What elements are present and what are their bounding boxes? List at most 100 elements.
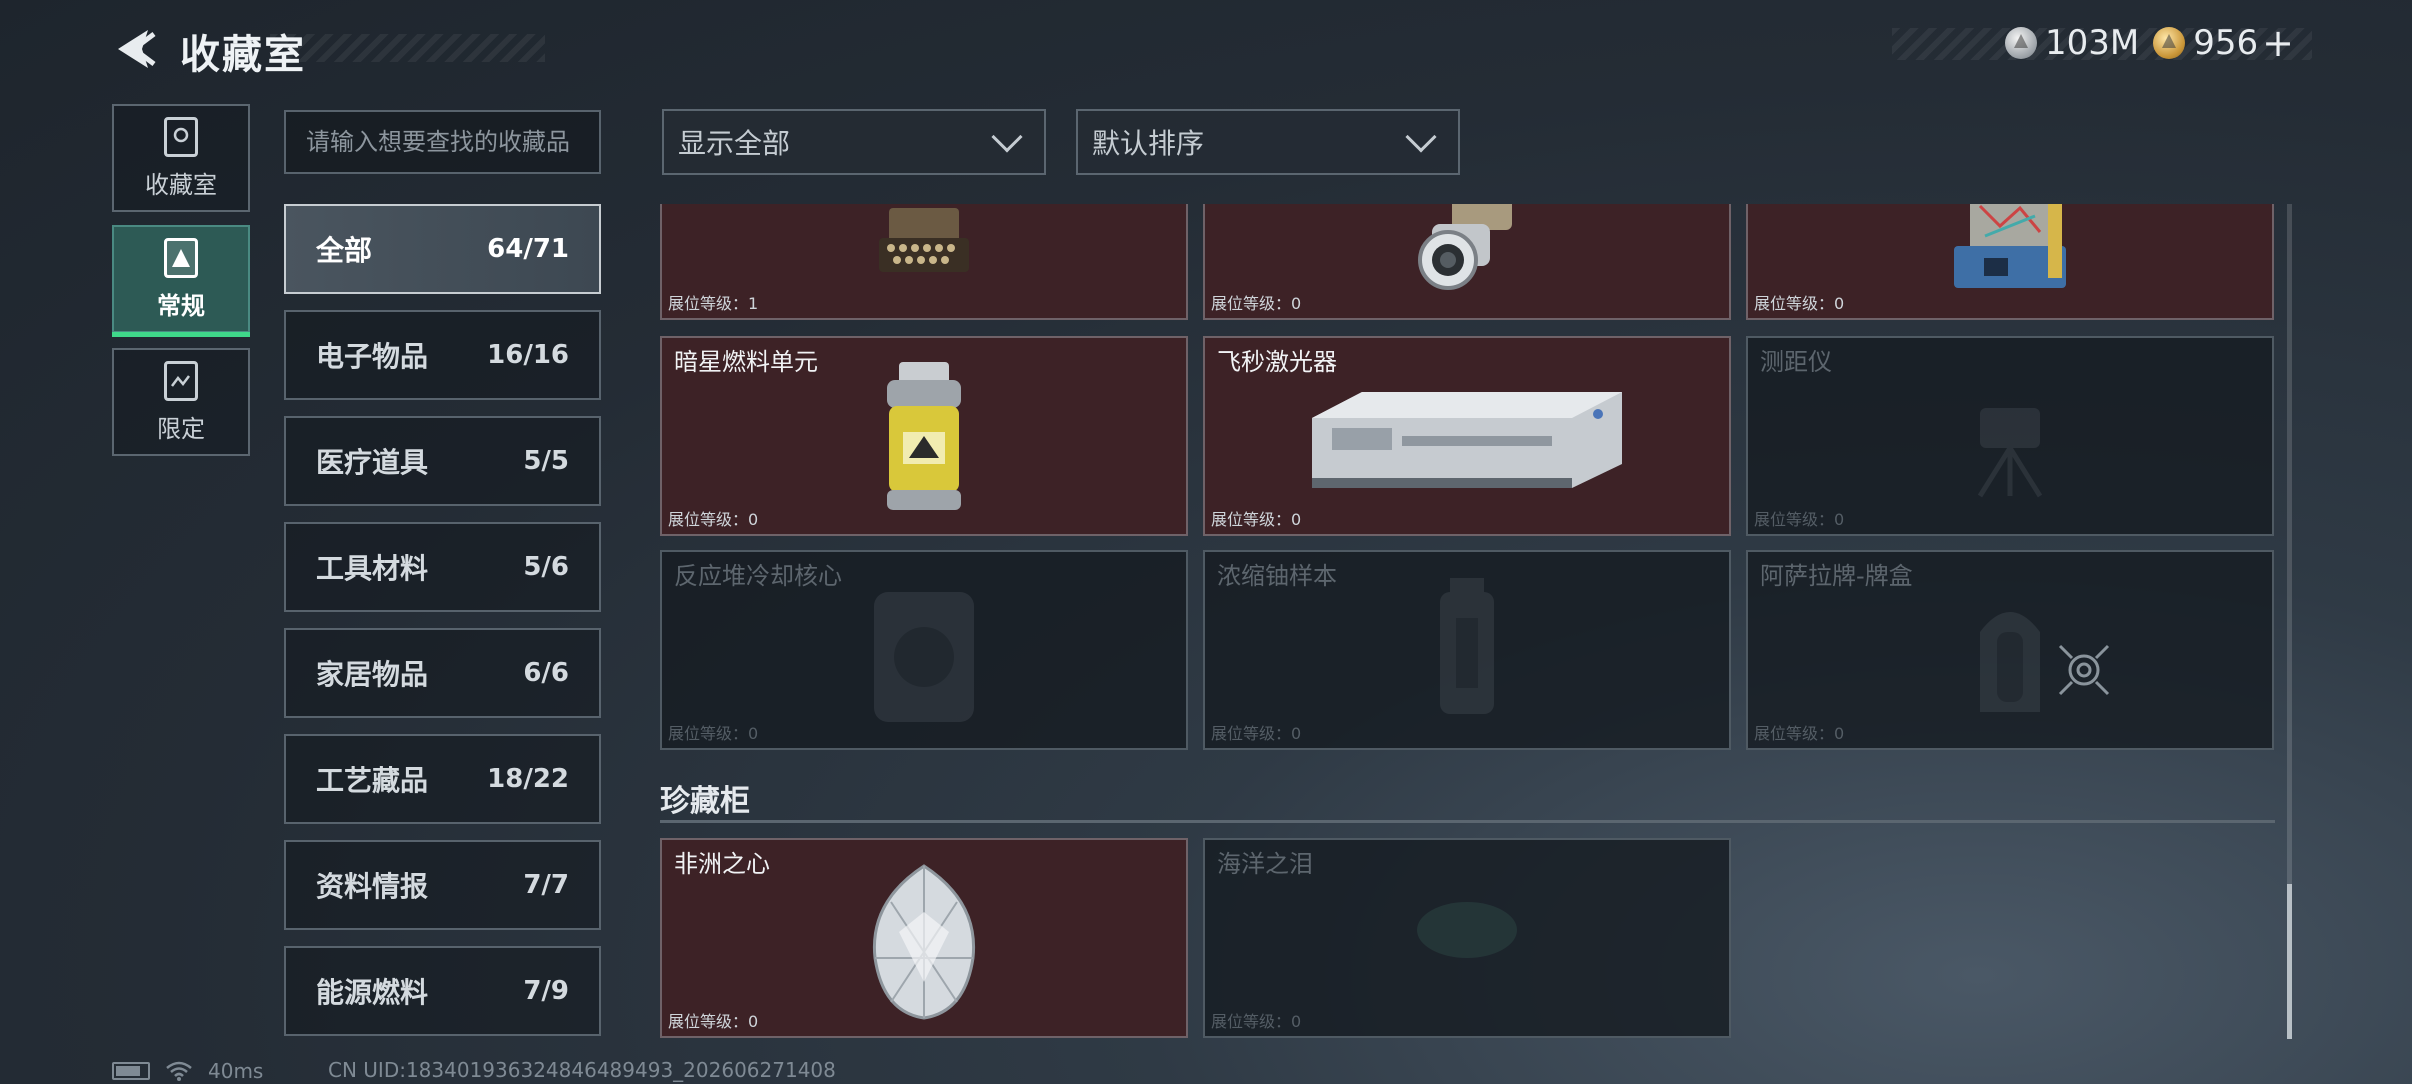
diamond-icon: [872, 864, 976, 1020]
collection-card[interactable]: 展位等级：0: [1203, 204, 1731, 320]
category-name: 资料情报: [316, 870, 429, 903]
category-name: 工艺藏品: [316, 764, 429, 797]
uranium-sample-icon: [1440, 578, 1494, 714]
nav-regular-label: 常规: [157, 291, 205, 320]
nav-limited-label: 限定: [157, 414, 205, 443]
category-energy[interactable]: 能源燃料 7/9: [284, 946, 601, 1036]
scroll-thumb[interactable]: [2287, 884, 2292, 1039]
chevron-down-icon: [1405, 121, 1437, 153]
category-name: 能源燃料: [316, 976, 429, 1009]
card-name: 阿萨拉牌-牌盒: [1760, 562, 1913, 590]
card-name: 浓缩铀样本: [1217, 562, 1337, 590]
card-level: 展位等级：0: [1211, 294, 1302, 313]
category-all[interactable]: 全部 64/71: [284, 204, 601, 294]
card-name: 飞秒激光器: [1217, 348, 1337, 376]
gold-currency[interactable]: 956 +: [2153, 21, 2294, 65]
top-bar: 收藏室 103M 956 +: [0, 0, 2412, 100]
target-icon: [2058, 644, 2110, 696]
nav-collection-room-label: 收藏室: [145, 170, 217, 199]
sort-dropdown[interactable]: 默认排序: [1076, 109, 1460, 175]
category-name: 工具材料: [316, 552, 429, 585]
reactor-core-icon: [874, 592, 974, 722]
device-icon: [1954, 204, 2066, 288]
card-name: 非洲之心: [674, 850, 770, 878]
page-title: 收藏室: [180, 32, 306, 78]
collection-card[interactable]: 展位等级：1: [660, 204, 1188, 320]
rangefinder-icon: [1977, 408, 2043, 498]
battery-icon: [112, 1062, 150, 1080]
sort-value: 默认排序: [1092, 127, 1205, 160]
card-box-icon: [1980, 612, 2040, 712]
ocean-gem-icon: [1417, 902, 1517, 958]
treasure-card[interactable]: 非洲之心 展位等级：0: [660, 838, 1188, 1038]
card-name: 海洋之泪: [1217, 850, 1313, 878]
section-title-treasure: 珍藏柜: [660, 784, 750, 819]
user-uid: CN UID:183401936324846489493_20260627140…: [328, 1058, 836, 1082]
back-arrow-icon[interactable]: [112, 26, 158, 72]
wifi-icon: [166, 1061, 192, 1081]
nav-limited[interactable]: 限定: [112, 348, 250, 456]
card-name: 暗星燃料单元: [674, 348, 818, 376]
category-electronics[interactable]: 电子物品 16/16: [284, 310, 601, 400]
category-count: 5/5: [523, 446, 569, 476]
category-name: 医疗道具: [316, 446, 429, 479]
card-level: 展位等级：0: [1211, 724, 1302, 743]
card-level: 展位等级：0: [1211, 1012, 1302, 1031]
lens-icon: [1418, 204, 1512, 290]
collection-card[interactable]: 暗星燃料单元 展位等级：0: [660, 336, 1188, 536]
collection-grid: 展位等级：1 展位等级：0 展位等级：0 暗星燃料单元 展位等级：0 飞秒激光器…: [660, 204, 2275, 1039]
silver-amount: 103M: [2045, 23, 2140, 63]
search-input[interactable]: [284, 110, 601, 174]
currency-bar: 103M 956 +: [1892, 21, 2312, 65]
collection-card[interactable]: 飞秒激光器 展位等级：0: [1203, 336, 1731, 536]
category-count: 18/22: [487, 764, 569, 794]
nav-regular[interactable]: 常规: [112, 225, 250, 337]
nav-collection-room[interactable]: 收藏室: [112, 104, 250, 212]
category-count: 6/6: [523, 658, 569, 688]
chevron-down-icon: [991, 121, 1023, 153]
category-tools[interactable]: 工具材料 5/6: [284, 522, 601, 612]
fuel-canister-icon: [887, 362, 961, 510]
category-name: 电子物品: [316, 340, 429, 373]
treasure-card-locked[interactable]: 海洋之泪 展位等级：0: [1203, 838, 1731, 1038]
display-filter-dropdown[interactable]: 显示全部: [662, 109, 1046, 175]
card-name: 测距仪: [1760, 348, 1832, 376]
category-medical[interactable]: 医疗道具 5/5: [284, 416, 601, 506]
card-level: 展位等级：0: [668, 1012, 759, 1031]
collection-card[interactable]: 展位等级：0: [1746, 204, 2274, 320]
limited-icon: [164, 360, 198, 401]
category-crafts[interactable]: 工艺藏品 18/22: [284, 734, 601, 824]
silver-currency: 103M: [2005, 23, 2139, 63]
laser-icon: [1312, 392, 1622, 488]
collection-card-locked[interactable]: 阿萨拉牌-牌盒 展位等级：0: [1746, 550, 2274, 750]
category-household[interactable]: 家居物品 6/6: [284, 628, 601, 718]
category-count: 16/16: [487, 340, 569, 370]
collection-room-icon: [164, 116, 198, 157]
category-count: 7/9: [523, 976, 569, 1006]
silver-coin-icon: [2005, 27, 2038, 59]
category-name: 家居物品: [316, 658, 429, 691]
category-intel[interactable]: 资料情报 7/7: [284, 840, 601, 930]
collection-card-locked[interactable]: 测距仪 展位等级：0: [1746, 336, 2274, 536]
card-level: 展位等级：0: [1754, 294, 1845, 313]
category-name: 全部: [316, 234, 373, 267]
gold-coin-icon: [2153, 27, 2186, 59]
card-level: 展位等级：1: [668, 294, 759, 313]
add-currency-button[interactable]: +: [2262, 21, 2294, 65]
card-level: 展位等级：0: [668, 510, 759, 529]
grid-scrollbar[interactable]: [2287, 204, 2292, 1039]
category-count: 5/6: [523, 552, 569, 582]
card-level: 展位等级：0: [668, 724, 759, 743]
title-decoration: [270, 34, 545, 62]
card-level: 展位等级：0: [1211, 510, 1302, 529]
gold-amount: 956: [2193, 23, 2259, 63]
card-level: 展位等级：0: [1754, 510, 1845, 529]
section-divider: [660, 820, 2275, 823]
collection-card-locked[interactable]: 反应堆冷却核心 展位等级：0: [660, 550, 1188, 750]
card-level: 展位等级：0: [1754, 724, 1845, 743]
display-filter-value: 显示全部: [678, 127, 791, 160]
typewriter-icon: [879, 208, 969, 272]
status-bar: 40ms: [112, 1058, 263, 1084]
collection-card-locked[interactable]: 浓缩铀样本 展位等级：0: [1203, 550, 1731, 750]
category-count: 7/7: [523, 870, 569, 900]
